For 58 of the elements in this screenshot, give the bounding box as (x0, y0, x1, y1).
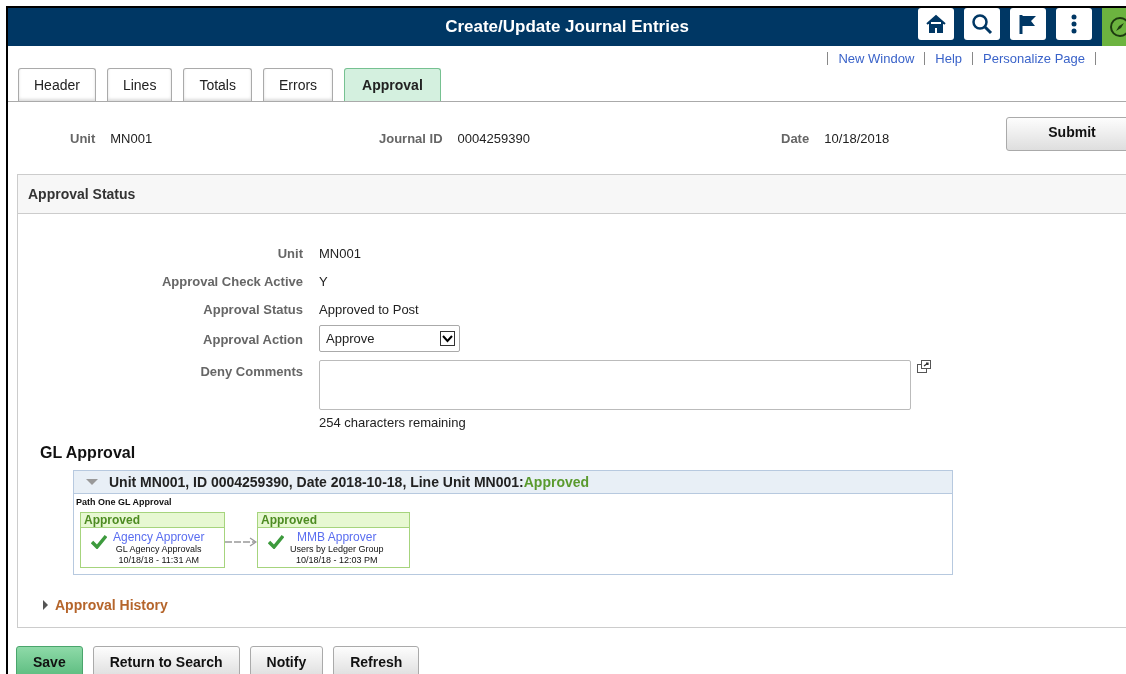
field-label: Date (781, 130, 810, 146)
section-heading: GL Approval (40, 444, 137, 462)
compass-icon (1108, 15, 1126, 39)
character-count: 254 characters remaining (319, 415, 467, 430)
flag-button[interactable] (1010, 8, 1046, 40)
field-label: Unit (70, 130, 96, 146)
tab[interactable]: Approval (344, 68, 441, 101)
path-title: Path One GL Approval (76, 497, 173, 507)
action-button[interactable]: Notify (249, 646, 324, 674)
tab[interactable]: Lines (106, 68, 173, 101)
dropdown-field[interactable]: Approve (319, 325, 460, 352)
more-icon (1071, 14, 1077, 34)
field-label: Unit (276, 246, 303, 262)
caret-icon (440, 331, 455, 346)
check-icon (91, 534, 107, 549)
action-button[interactable]: Return to Search (92, 646, 240, 674)
field-value: Approved to Post (319, 302, 419, 317)
expand-icon[interactable] (917, 360, 931, 373)
approver-group: Users by Ledger Group (290, 544, 384, 555)
step-status: Approved (81, 513, 224, 528)
step-status: Approved (258, 513, 409, 528)
arrow-icon (225, 537, 257, 547)
field-label: Approval Status (202, 302, 303, 318)
field-value: MN001 (319, 246, 361, 261)
action-button[interactable]: Save (16, 646, 83, 674)
approver-group: GL Agency Approvals (115, 544, 202, 555)
field-label: Journal ID (379, 130, 443, 146)
approval-time: 10/18/18 - 11:31 AM (118, 555, 199, 566)
tab[interactable]: Totals (183, 68, 252, 101)
history-link[interactable]: Approval History (55, 597, 168, 613)
home-button[interactable] (918, 8, 954, 40)
home-icon (924, 12, 948, 36)
field-value: MN001 (110, 130, 153, 146)
section-title: Approval Status (18, 175, 1126, 214)
page-link[interactable]: Personalize Page (983, 50, 1085, 66)
field-value: Y (319, 274, 328, 289)
page-link[interactable]: New Window (838, 50, 915, 66)
action-button[interactable]: Refresh (333, 646, 420, 674)
field-label: Approval Check Active (160, 274, 303, 290)
approver-link[interactable]: MMB Approver (297, 531, 377, 544)
submit-button[interactable]: Submit (1006, 117, 1126, 151)
tab[interactable]: Errors (262, 68, 334, 101)
page-link[interactable]: Help (935, 50, 963, 66)
expand-icon[interactable] (43, 600, 48, 610)
check-icon (268, 534, 284, 549)
field-label: Approval Action (202, 331, 303, 348)
search-button[interactable] (964, 8, 1000, 40)
field-label: Deny Comments (199, 364, 303, 380)
field-value: 0004259390 (457, 130, 530, 146)
comment-field[interactable] (319, 360, 911, 410)
more-button[interactable] (1056, 8, 1092, 40)
search-icon (970, 12, 994, 36)
tab[interactable]: Header (18, 68, 96, 101)
approver-link[interactable]: Agency Approver (113, 531, 205, 544)
page-title: Create/Update Journal Entries (445, 17, 689, 37)
field-value: 10/18/2018 (824, 130, 890, 146)
approval-heading: Unit MN001, ID 0004259390, Date 2018-10-18, Line Unit MN001:Approved (109, 474, 590, 490)
approval-time: 10/18/18 - 12:03 PM (296, 555, 378, 566)
